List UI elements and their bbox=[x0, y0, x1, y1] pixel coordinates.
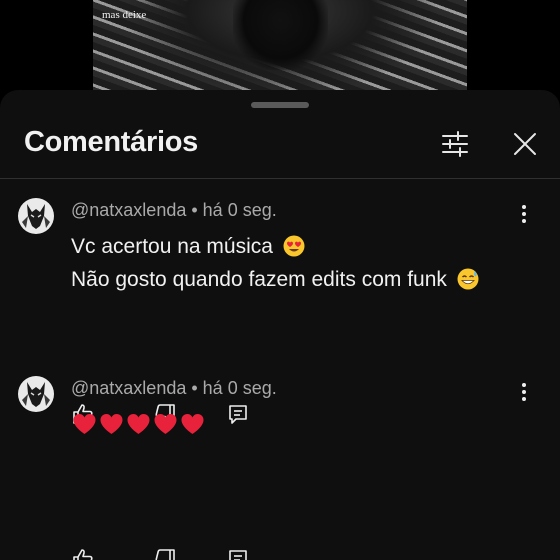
comment-body: Vc acertou na música Não gosto quando fa… bbox=[71, 230, 479, 296]
reply-button[interactable] bbox=[225, 401, 251, 427]
reply-icon bbox=[229, 550, 247, 560]
hearts-row bbox=[71, 408, 206, 436]
more-vert-icon bbox=[522, 205, 526, 223]
header-divider bbox=[0, 178, 560, 179]
reply-icon bbox=[229, 405, 247, 424]
comment-time: há 0 seg. bbox=[202, 378, 277, 398]
comment-author[interactable]: @natxaxlenda bbox=[71, 200, 186, 220]
close-button[interactable] bbox=[507, 126, 543, 162]
dislike-button[interactable] bbox=[152, 546, 178, 560]
heart-eyes-emoji bbox=[283, 235, 305, 257]
comment-meta: @natxaxlenda • há 0 seg. bbox=[71, 200, 277, 221]
avatar[interactable] bbox=[18, 198, 54, 234]
comment-time: há 0 seg. bbox=[202, 200, 277, 220]
video-caption: mas deixe bbox=[102, 9, 147, 21]
comment-actions bbox=[70, 546, 270, 560]
comment-author[interactable]: @natxaxlenda bbox=[71, 378, 186, 398]
red-heart-emoji bbox=[127, 414, 150, 434]
wolf-avatar-icon bbox=[18, 376, 54, 412]
comment-line: Não gosto quando fazem edits com funk bbox=[71, 263, 479, 296]
comment-body bbox=[71, 408, 206, 436]
avatar[interactable] bbox=[18, 376, 54, 412]
comment-line-text: Não gosto quando fazem edits com funk bbox=[71, 268, 447, 291]
red-heart-emoji bbox=[100, 414, 123, 434]
close-icon bbox=[514, 133, 536, 155]
reply-button[interactable] bbox=[225, 546, 251, 560]
comment-line-text: Vc acertou na música bbox=[71, 235, 273, 258]
comment-meta: @natxaxlenda • há 0 seg. bbox=[71, 378, 277, 399]
wolf-avatar-icon bbox=[18, 198, 54, 234]
comments-sheet: Comentários @natxaxlenda • há 0 seg. Vc … bbox=[0, 90, 560, 560]
sweat-smile-emoji bbox=[457, 268, 479, 290]
meta-separator: • bbox=[186, 378, 203, 398]
comment-line: Vc acertou na música bbox=[71, 230, 479, 263]
more-vert-icon bbox=[522, 383, 526, 401]
red-heart-emoji bbox=[154, 414, 177, 434]
filter-sliders-icon bbox=[442, 131, 468, 157]
red-heart-emoji bbox=[73, 414, 96, 434]
red-heart-emoji bbox=[181, 414, 204, 434]
comment-more-button[interactable] bbox=[512, 380, 536, 404]
like-button[interactable] bbox=[70, 546, 96, 560]
thumb-down-icon bbox=[155, 549, 175, 560]
drag-handle[interactable] bbox=[251, 102, 309, 108]
meta-separator: • bbox=[186, 200, 203, 220]
filter-button[interactable] bbox=[437, 126, 473, 162]
thumb-up-icon bbox=[73, 549, 93, 560]
comment-more-button[interactable] bbox=[512, 202, 536, 226]
sheet-title: Comentários bbox=[24, 126, 198, 158]
